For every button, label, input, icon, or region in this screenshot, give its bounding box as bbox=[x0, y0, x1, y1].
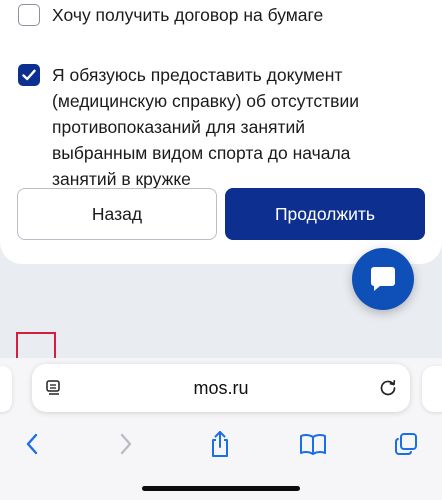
browser-toolbar bbox=[0, 424, 442, 464]
share-icon[interactable] bbox=[200, 424, 240, 464]
tabs-icon[interactable] bbox=[386, 424, 426, 464]
home-indicator bbox=[142, 486, 300, 491]
bookmarks-icon[interactable] bbox=[293, 424, 333, 464]
paper-contract-label: Хочу получить договор на бумаге bbox=[52, 5, 324, 25]
continue-button[interactable]: Продолжить bbox=[225, 188, 425, 240]
back-arrow-icon[interactable] bbox=[12, 424, 52, 464]
url-text[interactable]: mos.ru bbox=[76, 378, 366, 399]
medical-certificate-checkbox[interactable] bbox=[18, 64, 40, 86]
paper-contract-checkbox[interactable] bbox=[18, 4, 40, 26]
checkmark-icon bbox=[22, 69, 36, 81]
address-bar[interactable]: mos.ru bbox=[32, 364, 410, 412]
reader-icon[interactable] bbox=[32, 379, 76, 397]
paper-contract-option[interactable]: Хочу получить договор на бумаге bbox=[18, 4, 323, 28]
previous-tab-pill[interactable] bbox=[0, 366, 12, 412]
forward-arrow-icon[interactable] bbox=[106, 424, 146, 464]
medical-certificate-option[interactable]: Я обязуюсь предоставить документ (медици… bbox=[18, 62, 428, 192]
form-card: Хочу получить договор на бумаге Я обязую… bbox=[0, 0, 442, 264]
next-tab-pill[interactable] bbox=[422, 366, 442, 412]
reload-icon[interactable] bbox=[366, 378, 410, 398]
chat-bubble-icon bbox=[371, 267, 395, 291]
back-button[interactable]: Назад bbox=[17, 188, 217, 240]
browser-bottom-bar: mos.ru bbox=[0, 358, 442, 500]
medical-certificate-label: Я обязуюсь предоставить документ (медици… bbox=[52, 65, 359, 189]
chat-button[interactable] bbox=[352, 248, 414, 310]
